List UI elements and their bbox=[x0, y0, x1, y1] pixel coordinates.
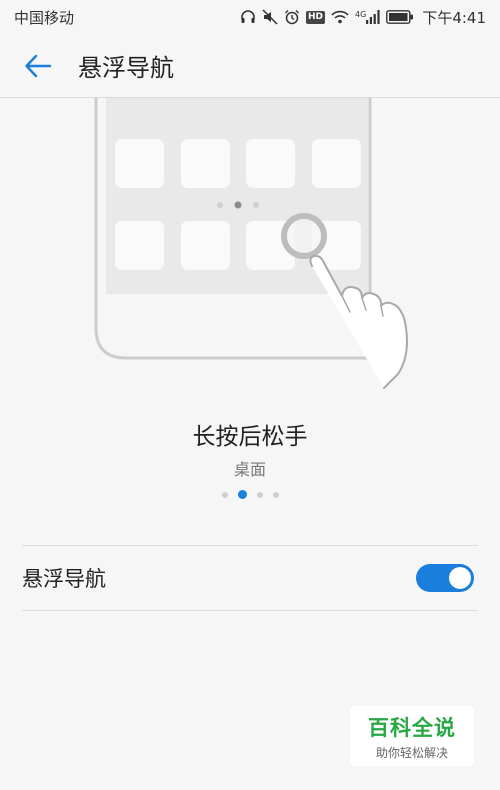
back-arrow-icon bbox=[25, 54, 52, 77]
signal-icon: 4G bbox=[355, 10, 380, 24]
page-dot[interactable] bbox=[221, 491, 228, 498]
toggle-knob bbox=[449, 567, 471, 589]
status-bar: 中国移动 HD 4G 下午4:41 bbox=[0, 0, 500, 34]
carrier-label: 中国移动 bbox=[14, 8, 75, 27]
page-dot-active[interactable] bbox=[237, 490, 247, 499]
floating-nav-setting-row[interactable]: 悬浮导航 bbox=[22, 546, 478, 610]
clock-time: 下午4:41 bbox=[422, 8, 486, 27]
network-type-label: 4G bbox=[355, 10, 367, 19]
headphones-icon bbox=[240, 9, 256, 25]
status-icons: HD 4G 下午4:41 bbox=[240, 7, 486, 28]
divider-bottom bbox=[22, 610, 478, 611]
page-title: 悬浮导航 bbox=[78, 54, 174, 82]
watermark-logo: 百科全说 助你轻松解决 bbox=[350, 706, 474, 766]
back-button[interactable] bbox=[10, 38, 66, 94]
watermark-title: 百科全说 bbox=[368, 715, 456, 740]
page-dot[interactable] bbox=[272, 491, 279, 498]
carousel-page-indicator[interactable] bbox=[0, 490, 500, 499]
screen: 中国移动 HD 4G 下午4:41 悬浮导航 长按后松手 桌面 悬浮导航 百科全… bbox=[0, 0, 500, 790]
battery-icon bbox=[386, 10, 414, 24]
gesture-caption-subtitle: 桌面 bbox=[233, 460, 266, 479]
watermark-subtitle: 助你轻松解决 bbox=[375, 745, 448, 760]
hd-badge: HD bbox=[306, 10, 326, 24]
setting-label: 悬浮导航 bbox=[22, 567, 106, 591]
app-bar: 悬浮导航 bbox=[0, 34, 500, 98]
floating-nav-toggle[interactable] bbox=[416, 564, 474, 592]
mute-icon bbox=[262, 9, 278, 25]
alarm-icon bbox=[284, 9, 300, 25]
page-dot[interactable] bbox=[256, 491, 263, 498]
gesture-caption-title: 长按后松手 bbox=[192, 424, 308, 450]
wifi-icon bbox=[331, 10, 349, 24]
gesture-illustration bbox=[0, 98, 500, 398]
